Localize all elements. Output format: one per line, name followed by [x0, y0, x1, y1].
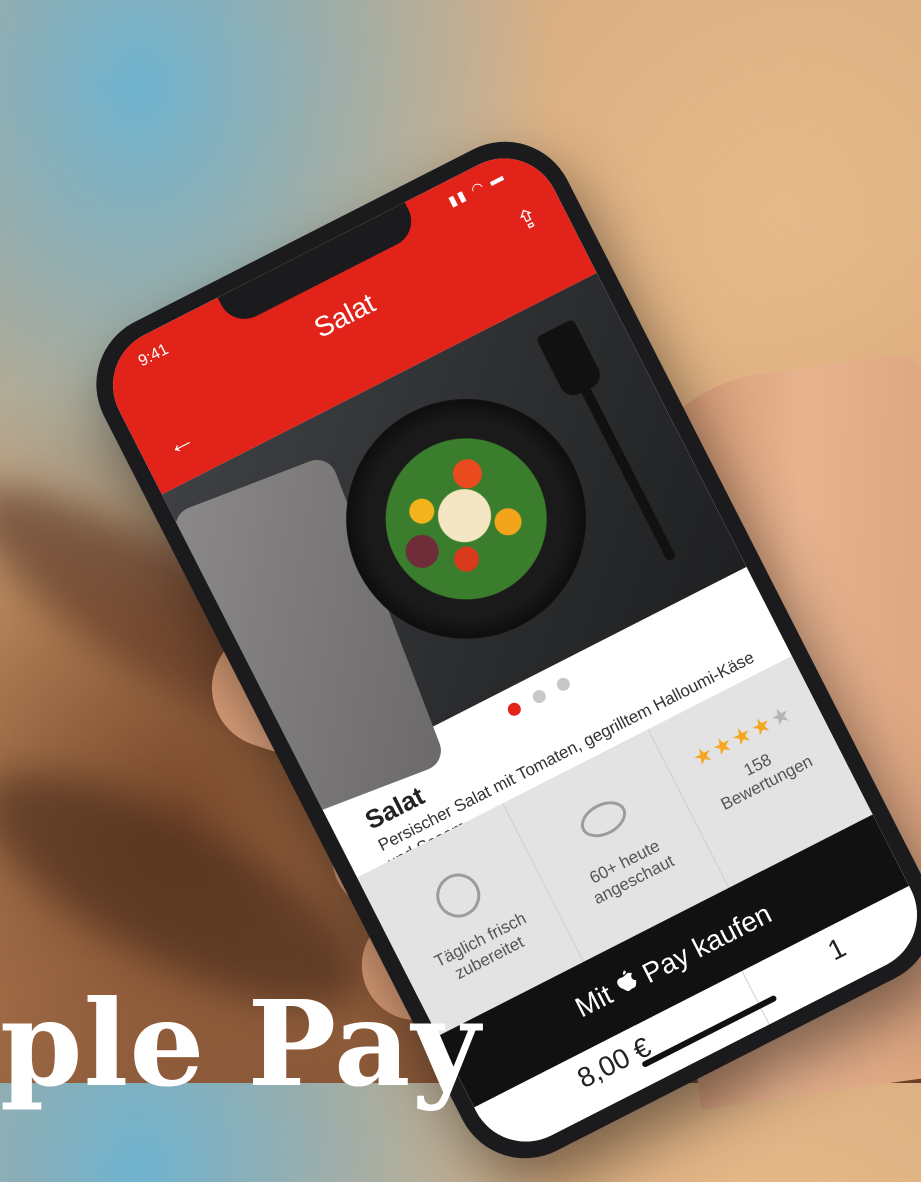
carousel-dot-1[interactable] — [505, 700, 524, 718]
status-time: 9:41 — [135, 340, 172, 371]
headline-text: ple Pay — [0, 974, 482, 1113]
eye-icon — [574, 794, 632, 845]
status-icons: ▮▮ ◠ ▬ — [445, 167, 508, 210]
carousel-dot-3[interactable] — [554, 675, 573, 694]
clock-icon — [428, 866, 488, 926]
pay-suffix: kaufen — [687, 897, 777, 964]
pay-prefix: Mit — [570, 978, 618, 1024]
apple-logo-icon — [610, 965, 645, 1004]
pay-brand: Pay — [637, 939, 695, 990]
carousel-dot-2[interactable] — [530, 688, 548, 706]
back-arrow-icon[interactable]: ← — [161, 422, 200, 463]
